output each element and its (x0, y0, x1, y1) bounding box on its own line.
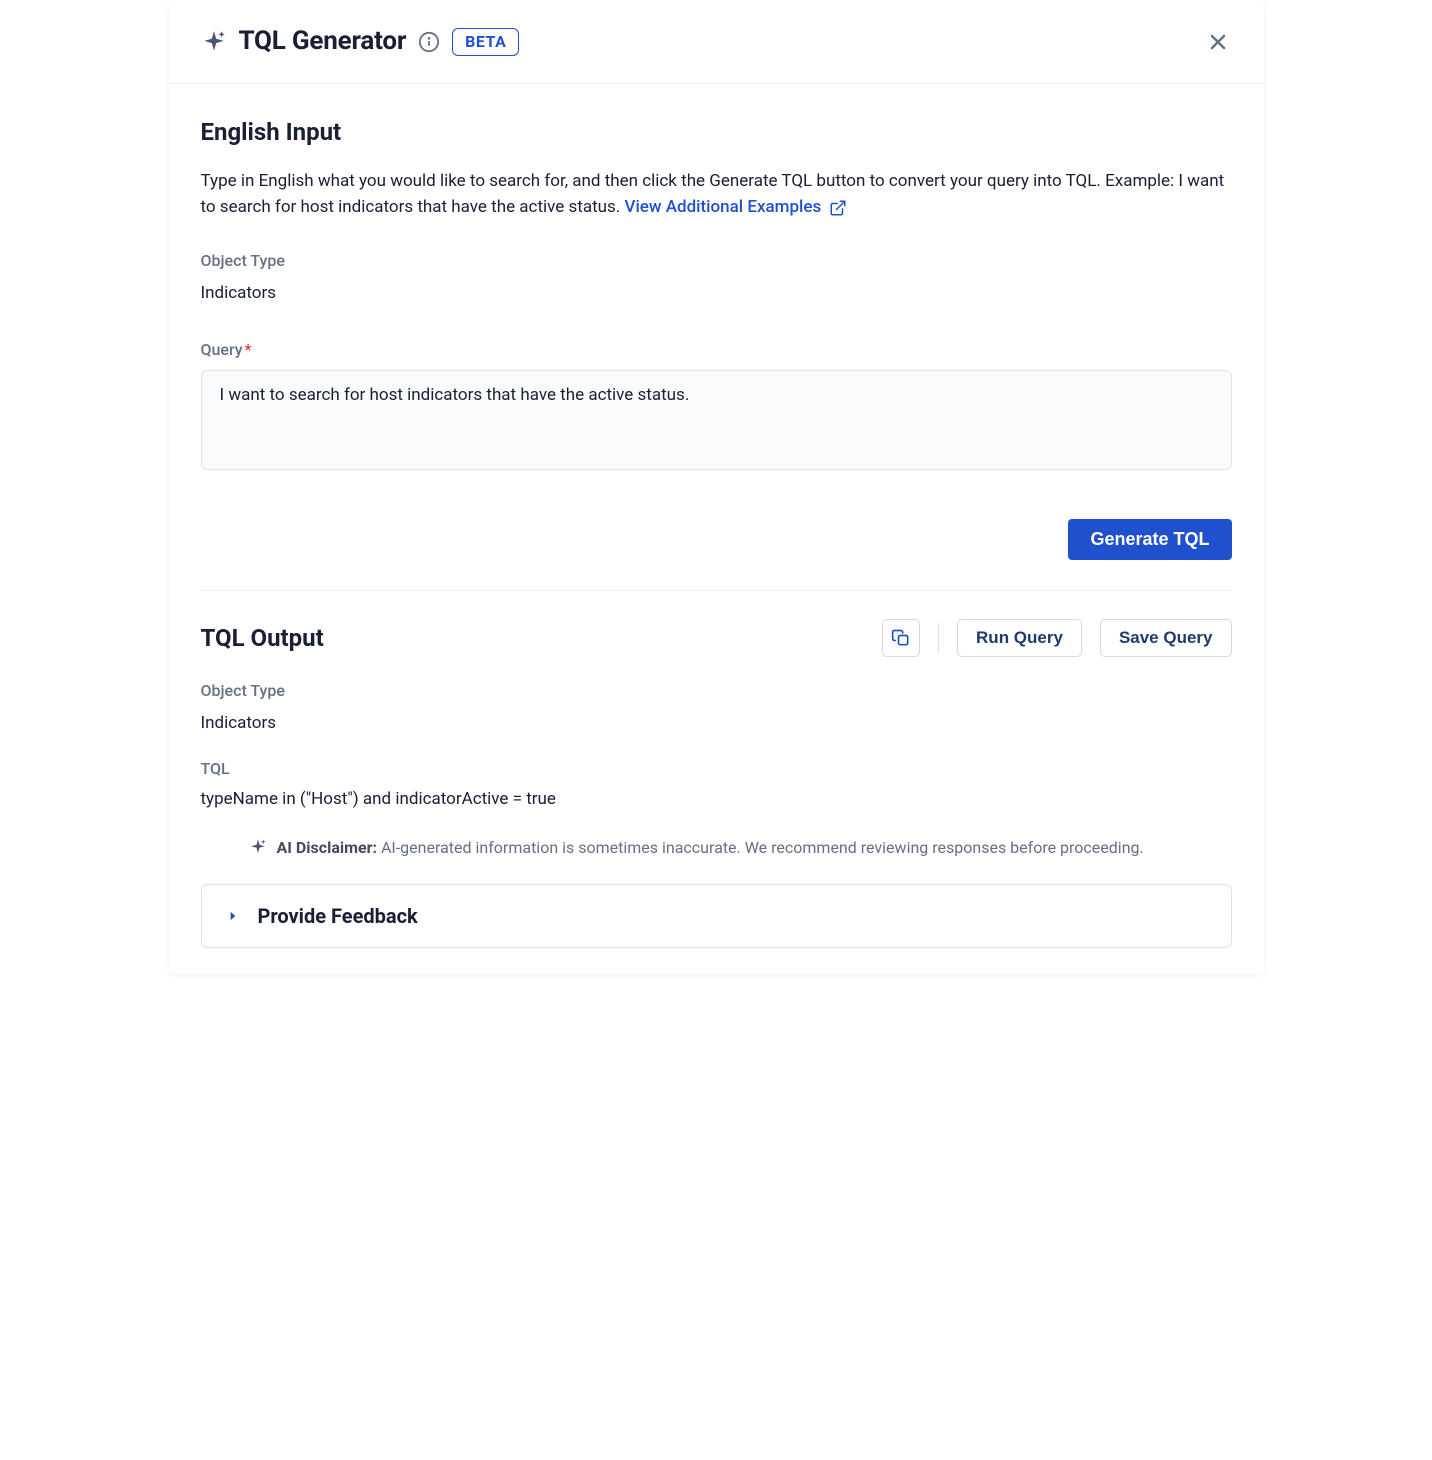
output-header: TQL Output Run Query Save Query (201, 619, 1232, 657)
ai-disclaimer: AI Disclaimer: AI-generated information … (201, 836, 1232, 860)
title-wrap: TQL Generator BETA (201, 22, 520, 61)
output-actions: Run Query Save Query (882, 619, 1231, 657)
vertical-separator (938, 623, 939, 653)
view-examples-link[interactable]: View Additional Examples (625, 194, 848, 220)
input-description: Type in English what you would like to s… (201, 168, 1232, 221)
external-link-icon (829, 199, 847, 217)
close-button[interactable] (1204, 28, 1232, 56)
copy-icon (891, 628, 911, 648)
query-label: Query (201, 338, 243, 362)
generate-tql-button[interactable]: Generate TQL (1068, 519, 1231, 560)
output-object-type-value: Indicators (201, 711, 1232, 737)
query-label-row: Query * (201, 338, 1232, 362)
copy-button[interactable] (882, 619, 920, 657)
panel-body: English Input Type in English what you w… (169, 84, 1264, 974)
provide-feedback-accordion[interactable]: Provide Feedback (201, 884, 1232, 948)
link-text: View Additional Examples (625, 194, 822, 220)
page-title: TQL Generator (239, 22, 407, 61)
object-type-label: Object Type (201, 249, 1232, 273)
disclaimer-bold: AI Disclaimer: (277, 838, 378, 857)
run-query-button[interactable]: Run Query (957, 619, 1082, 657)
query-input[interactable] (201, 370, 1232, 470)
english-input-heading: English Input (201, 114, 1232, 150)
required-indicator: * (245, 338, 252, 362)
tql-generator-panel: TQL Generator BETA English Input Type in… (169, 0, 1264, 974)
feedback-label: Provide Feedback (258, 901, 418, 931)
disclaimer-text-wrap: AI Disclaimer: AI-generated information … (277, 836, 1144, 860)
close-icon (1206, 30, 1230, 54)
input-actions: Generate TQL (201, 519, 1232, 560)
sparkle-icon (249, 838, 267, 856)
object-type-value: Indicators (201, 281, 1232, 307)
sparkle-icon (201, 29, 227, 55)
tql-label: TQL (201, 757, 1232, 781)
panel-header: TQL Generator BETA (169, 0, 1264, 84)
section-divider (201, 590, 1232, 591)
save-query-button[interactable]: Save Query (1100, 619, 1232, 657)
beta-badge: BETA (452, 28, 519, 56)
disclaimer-body: AI-generated information is sometimes in… (377, 838, 1144, 857)
tql-value: typeName in ("Host") and indicatorActive… (201, 787, 1232, 813)
tql-output-heading: TQL Output (201, 620, 324, 656)
chevron-right-icon (226, 909, 240, 923)
output-object-type-label: Object Type (201, 679, 1232, 703)
info-icon[interactable] (418, 31, 440, 53)
